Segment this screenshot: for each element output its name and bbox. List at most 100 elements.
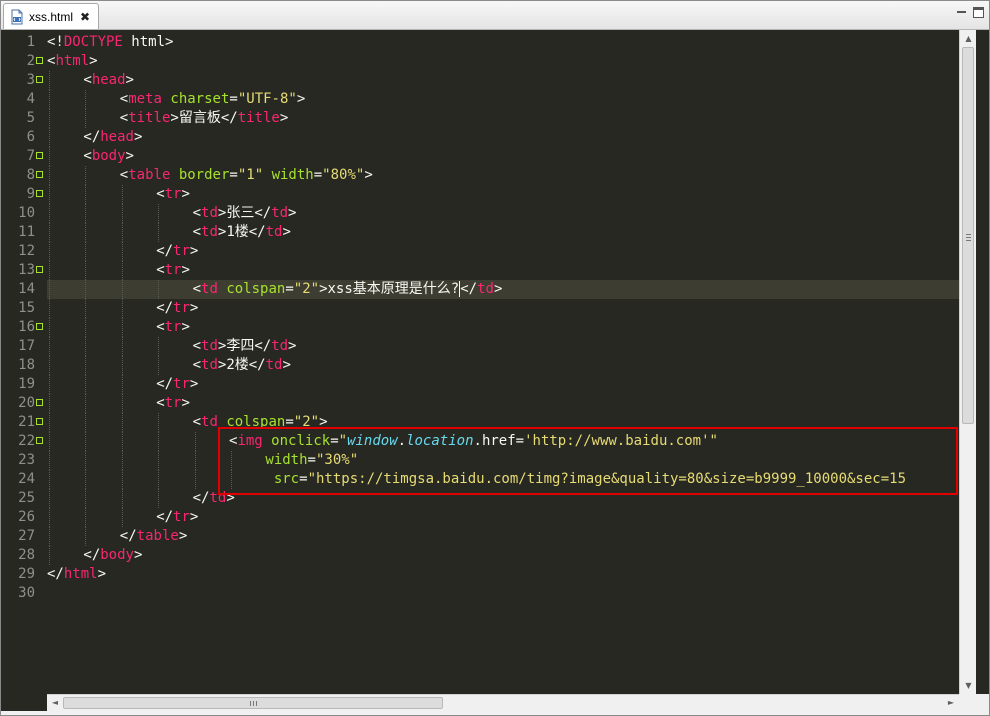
code-token: </ xyxy=(156,509,174,525)
code-line[interactable]: 21 <td colspan="2"> xyxy=(1,413,959,432)
code-line[interactable]: 16 <tr> xyxy=(1,318,959,337)
code-editor[interactable]: 1 <!DOCTYPE html> 2 <html> 3 <head> 4 <meta cha… xyxy=(1,30,959,694)
code-token: >2楼</ xyxy=(217,357,266,373)
code-line[interactable]: 10 <td>张三</td> xyxy=(1,204,959,223)
code-token: > xyxy=(226,490,235,506)
fold-toggle-icon[interactable] xyxy=(36,399,43,406)
code-token: td xyxy=(271,205,289,221)
code-token: td xyxy=(477,281,494,297)
code-line[interactable]: 14 <td colspan="2">xss基本原理是什么?</td> xyxy=(1,280,959,299)
code-token: </ xyxy=(119,528,137,544)
indent-guide xyxy=(49,242,50,261)
code-line[interactable]: 23 width="30%" xyxy=(1,451,959,470)
indent-guide xyxy=(158,337,160,356)
code-token: "2" xyxy=(293,281,320,297)
indent-guide xyxy=(49,356,50,375)
code-line[interactable]: 27 </table> xyxy=(1,527,959,546)
code-token: > xyxy=(181,262,190,278)
code-line[interactable]: 5 <title>留言板</title> xyxy=(1,109,959,128)
code-line[interactable]: 24 src="https://timgsa.baidu.com/timg?im… xyxy=(1,470,959,489)
code-line[interactable]: 8 <table border="1" width="80%"> xyxy=(1,166,959,185)
code-line[interactable]: 9 <tr> xyxy=(1,185,959,204)
fold-toggle-icon[interactable] xyxy=(36,437,43,444)
code-token: </ xyxy=(83,547,101,563)
code-line[interactable]: 6 </head> xyxy=(1,128,959,147)
scroll-right-icon[interactable]: ► xyxy=(943,695,959,711)
code-token: > xyxy=(288,338,297,354)
code-token: </ xyxy=(156,300,174,316)
code-line[interactable]: 22 <img onclick="window.location.href='ht… xyxy=(1,432,959,451)
tab-title: xss.html xyxy=(29,9,74,24)
code-token: > xyxy=(189,300,199,316)
line-number: 15 xyxy=(18,300,35,316)
code-token: tr xyxy=(164,262,182,278)
code-token: colspan xyxy=(226,414,286,430)
tab-xss-html[interactable]: xss.html ✖ xyxy=(3,3,99,29)
code-token: " xyxy=(338,433,348,449)
code-token: = xyxy=(307,452,316,468)
indent-guide xyxy=(49,394,50,413)
code-line[interactable]: 3 <head> xyxy=(1,71,959,90)
vertical-scrollbar[interactable]: ▲ ▼ xyxy=(959,30,976,694)
horizontal-scrollbar[interactable]: ◄ ► xyxy=(47,694,959,711)
indent-guide xyxy=(49,261,50,280)
line-background xyxy=(47,33,959,52)
editor-window: xss.html ✖ 1 <!DOCTYPE html> 2 <html> 3 <head… xyxy=(0,0,990,716)
fold-toggle-icon[interactable] xyxy=(36,323,43,330)
code-token: td xyxy=(271,338,289,354)
code-text: <meta charset="UTF-8"> xyxy=(120,90,306,109)
code-token: tr xyxy=(173,300,190,316)
code-line[interactable]: 1 <!DOCTYPE html> xyxy=(1,33,959,52)
indent-guide xyxy=(49,147,50,166)
code-token: </ xyxy=(156,243,174,259)
code-line[interactable]: 4 <meta charset="UTF-8"> xyxy=(1,90,959,109)
maximize-icon[interactable] xyxy=(973,7,984,18)
code-line[interactable]: 29 </html> xyxy=(1,565,959,584)
fold-toggle-icon[interactable] xyxy=(36,171,43,178)
code-line[interactable]: 13 <tr> xyxy=(1,261,959,280)
code-line[interactable]: 18 <td>2楼</td> xyxy=(1,356,959,375)
scroll-left-icon[interactable]: ◄ xyxy=(47,695,63,711)
line-background xyxy=(47,204,959,223)
indent-guide xyxy=(121,337,123,356)
code-line[interactable]: 26 </tr> xyxy=(1,508,959,527)
code-line[interactable]: 19 </tr> xyxy=(1,375,959,394)
fold-toggle-icon[interactable] xyxy=(36,190,43,197)
fold-toggle-icon[interactable] xyxy=(36,57,43,64)
horizontal-scroll-thumb[interactable] xyxy=(63,697,443,709)
scroll-down-icon[interactable]: ▼ xyxy=(960,677,977,694)
fold-toggle-icon[interactable] xyxy=(36,76,43,83)
code-token: > xyxy=(282,357,291,373)
code-token: title xyxy=(128,110,171,126)
minimize-icon[interactable] xyxy=(956,7,967,18)
code-line[interactable]: 15 </tr> xyxy=(1,299,959,318)
code-line[interactable]: 20 <tr> xyxy=(1,394,959,413)
code-line[interactable]: 2 <html> xyxy=(1,52,959,71)
close-icon[interactable]: ✖ xyxy=(80,11,90,23)
code-line[interactable]: 28 </body> xyxy=(1,546,959,565)
code-line[interactable]: 30 xyxy=(1,584,959,603)
code-line[interactable]: 25 </td> xyxy=(1,489,959,508)
scroll-up-icon[interactable]: ▲ xyxy=(960,30,977,47)
code-token: < xyxy=(192,205,202,221)
fold-toggle-icon[interactable] xyxy=(36,418,43,425)
indent-guide xyxy=(121,204,123,223)
code-text: </table> xyxy=(120,527,187,546)
code-line[interactable]: 11 <td>1楼</td> xyxy=(1,223,959,242)
indent-guide xyxy=(85,375,87,394)
vertical-scroll-thumb[interactable] xyxy=(962,47,974,424)
code-token: width xyxy=(265,452,308,468)
indent-guide xyxy=(49,432,50,451)
indent-guide xyxy=(49,109,50,128)
indent-guide xyxy=(121,185,123,204)
code-token: table xyxy=(136,528,179,544)
code-token: = xyxy=(330,433,339,449)
code-token: < xyxy=(192,224,202,240)
fold-toggle-icon[interactable] xyxy=(36,152,43,159)
code-token: "30%" xyxy=(315,452,359,468)
code-line[interactable]: 17 <td>李四</td> xyxy=(1,337,959,356)
code-line[interactable]: 12 </tr> xyxy=(1,242,959,261)
fold-toggle-icon[interactable] xyxy=(36,266,43,273)
code-line[interactable]: 7 <body> xyxy=(1,147,959,166)
